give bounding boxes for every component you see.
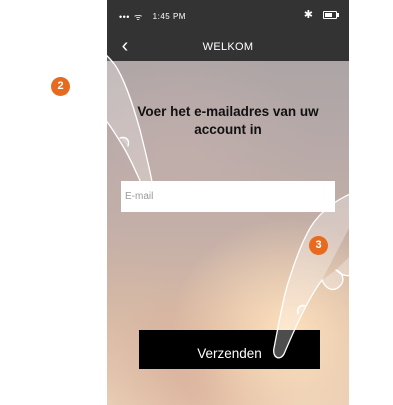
page-title: WELKOM xyxy=(202,41,254,53)
instruction-heading: Voer het e-mailadres van uw account in xyxy=(137,104,319,137)
wifi-icon: ᯤ xyxy=(133,12,143,22)
send-button[interactable]: Verzenden xyxy=(139,330,320,369)
signal-icon: ••• xyxy=(119,11,130,22)
status-time: 1:45 PM xyxy=(152,12,186,21)
step-badge: 2 xyxy=(51,77,70,96)
step-badge: 3 xyxy=(309,236,328,255)
nav-bar: ‹ WELKOM xyxy=(107,33,349,61)
email-field[interactable] xyxy=(121,181,335,212)
bluetooth-icon: ✱ xyxy=(303,9,313,21)
status-left: ••• ᯤ 1:45 PM xyxy=(119,10,186,23)
battery-icon xyxy=(323,10,339,19)
status-bar: ••• ᯤ 1:45 PM ✱ xyxy=(107,0,349,33)
status-right: ✱ xyxy=(303,8,339,21)
